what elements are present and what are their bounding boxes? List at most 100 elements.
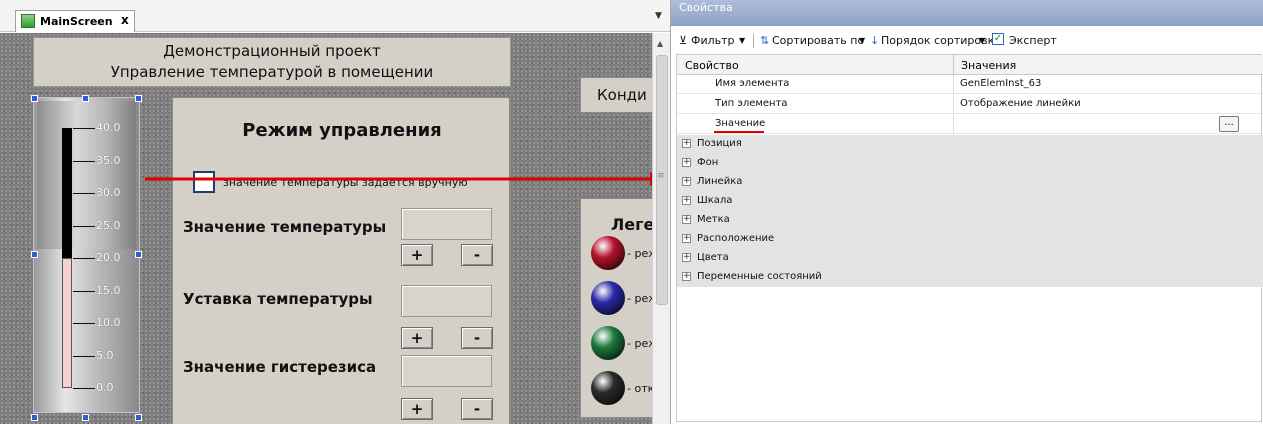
annotation-underline	[714, 131, 764, 133]
property-group-name: Шкала	[697, 195, 733, 206]
selection-handle[interactable]	[82, 95, 89, 102]
legend-title: Леге	[611, 215, 652, 234]
property-group-row[interactable]: + Линейка	[677, 173, 1263, 192]
property-row-type[interactable]: Тип элемента Отображение линейки	[677, 95, 1263, 114]
expand-icon[interactable]: +	[682, 196, 691, 205]
setpoint-field[interactable]	[401, 285, 492, 317]
properties-title: Свойства	[671, 0, 1263, 26]
thermometer-tick	[73, 323, 95, 324]
filter-icon[interactable]: ⊻	[679, 34, 687, 47]
selection-handle[interactable]	[135, 251, 142, 258]
property-group-row[interactable]: + Фон	[677, 154, 1263, 173]
scroll-up-icon[interactable]: ▲	[657, 39, 663, 48]
conditioner-panel[interactable]: Конди	[580, 77, 652, 113]
thermometer-background	[37, 101, 136, 249]
property-group-name: Позиция	[697, 138, 742, 149]
selection-handle[interactable]	[135, 95, 142, 102]
sort-order-dropdown-icon[interactable]: ▼	[979, 36, 985, 45]
property-group-row[interactable]: + Метка	[677, 211, 1263, 230]
hysteresis-field[interactable]	[401, 355, 492, 387]
expand-icon[interactable]: +	[682, 158, 691, 167]
thermometer-tick-label: 20.0	[96, 251, 121, 264]
property-group-row[interactable]: + Цвета	[677, 249, 1263, 268]
column-divider[interactable]	[953, 55, 954, 75]
sort-by-button[interactable]: Сортировать по	[772, 34, 864, 47]
property-row-value[interactable]: Значение	[677, 115, 1263, 134]
project-title-box[interactable]: Демонстрационный проект Управление темпе…	[33, 37, 511, 87]
splitter-grip-icon[interactable]: ≡	[657, 171, 665, 181]
expand-icon[interactable]: +	[682, 139, 691, 148]
temperature-minus-button[interactable]: -	[461, 244, 493, 266]
expert-checkbox[interactable]: ✓	[992, 33, 1004, 45]
property-group-row[interactable]: + Расположение	[677, 230, 1263, 249]
thermometer-tick	[73, 128, 95, 129]
tab-list-dropdown-icon[interactable]: ▼	[655, 11, 662, 21]
properties-toolbar: ⊻ Фильтр ▼ ⇅ Сортировать по ▼ ↓ Порядок …	[671, 30, 1263, 52]
legend-lamp-green-icon	[591, 326, 625, 360]
tab-bar: MainScreen x ▼	[0, 0, 670, 32]
setpoint-minus-button[interactable]: -	[461, 327, 493, 349]
property-group-row[interactable]: + Переменные состояний	[677, 268, 1263, 287]
properties-pane: Свойства ⊻ Фильтр ▼ ⇅ Сортировать по ▼ ↓…	[670, 0, 1263, 424]
thermometer-tick	[73, 388, 95, 389]
thermometer-tick-label: 35.0	[96, 153, 121, 167]
expand-icon[interactable]: +	[682, 234, 691, 243]
close-icon[interactable]: x	[121, 13, 129, 27]
property-value[interactable]: GenElemInst_63	[960, 78, 1041, 89]
tab-label: MainScreen	[40, 15, 113, 28]
expand-icon[interactable]: +	[682, 272, 691, 281]
sort-icon[interactable]: ⇅	[760, 34, 769, 47]
expand-icon[interactable]: +	[682, 177, 691, 186]
legend-item-label: - реж	[627, 247, 652, 260]
tab-mainscreen[interactable]: MainScreen x	[15, 10, 135, 32]
thermometer-tick-label: 40.0	[96, 121, 121, 134]
selection-handle[interactable]	[31, 95, 38, 102]
browse-value-button[interactable]: ...	[1219, 116, 1239, 132]
expand-icon[interactable]: +	[682, 253, 691, 262]
legend-item-label: - реж	[627, 292, 652, 305]
temperature-value-field[interactable]	[401, 208, 492, 240]
column-header-property[interactable]: Свойство	[685, 59, 739, 72]
sort-by-dropdown-icon[interactable]: ▼	[859, 36, 865, 45]
column-header-value[interactable]: Значения	[961, 59, 1016, 72]
visualization-editor: MainScreen x ▼ ▽ Демонстрационный проект…	[0, 0, 670, 424]
thermometer-tick	[73, 193, 95, 194]
visualization-icon	[21, 14, 35, 28]
project-title-line2: Управление температурой в помещении	[110, 63, 434, 81]
temperature-plus-button[interactable]: +	[401, 244, 433, 266]
thermometer-tick-label: 10.0	[96, 316, 121, 329]
property-group-row[interactable]: + Позиция	[677, 135, 1263, 154]
thermometer-meter[interactable]: 40.0 35.0 30.0 25.0 20.0 15.0 10.0 5.0 0.0	[33, 97, 140, 413]
column-divider	[953, 95, 954, 114]
property-value[interactable]: Отображение линейки	[960, 98, 1081, 109]
thermometer-tick	[73, 258, 95, 259]
filter-button[interactable]: Фильтр	[691, 34, 735, 47]
property-row-name[interactable]: Имя элемента GenElemInst_63	[677, 75, 1263, 94]
filter-dropdown-icon[interactable]: ▼	[739, 36, 745, 45]
thermometer-tick	[73, 225, 95, 227]
property-group-row[interactable]: + Шкала	[677, 192, 1263, 211]
expand-icon[interactable]: +	[682, 215, 691, 224]
annotation-arrow	[145, 172, 652, 186]
design-canvas[interactable]: ▽ Демонстрационный проект Управление тем…	[0, 33, 652, 424]
thermometer-tick	[73, 160, 95, 162]
setpoint-label: Уставка температуры	[183, 290, 373, 308]
selection-handle[interactable]	[31, 414, 38, 421]
selection-handle[interactable]	[135, 414, 142, 421]
hysteresis-minus-button[interactable]: -	[461, 398, 493, 420]
toolbar-separator	[753, 34, 754, 48]
legend-item-label: - реж	[627, 337, 652, 350]
thermometer-tick-label: 25.0	[96, 218, 121, 232]
selection-handle[interactable]	[82, 414, 89, 421]
legend-item-label: - отк	[627, 382, 652, 395]
column-divider	[953, 115, 954, 134]
hysteresis-plus-button[interactable]: +	[401, 398, 433, 420]
temperature-value-label: Значение температуры	[183, 218, 387, 236]
setpoint-plus-button[interactable]: +	[401, 327, 433, 349]
selection-handle[interactable]	[31, 251, 38, 258]
vertical-scrollbar[interactable]: ▲ ≡	[652, 33, 670, 424]
hysteresis-label: Значение гистерезиса	[183, 358, 377, 376]
sort-order-icon[interactable]: ↓	[870, 34, 879, 47]
thermometer-empty-bar	[62, 128, 72, 258]
property-group-name: Расположение	[697, 233, 775, 244]
